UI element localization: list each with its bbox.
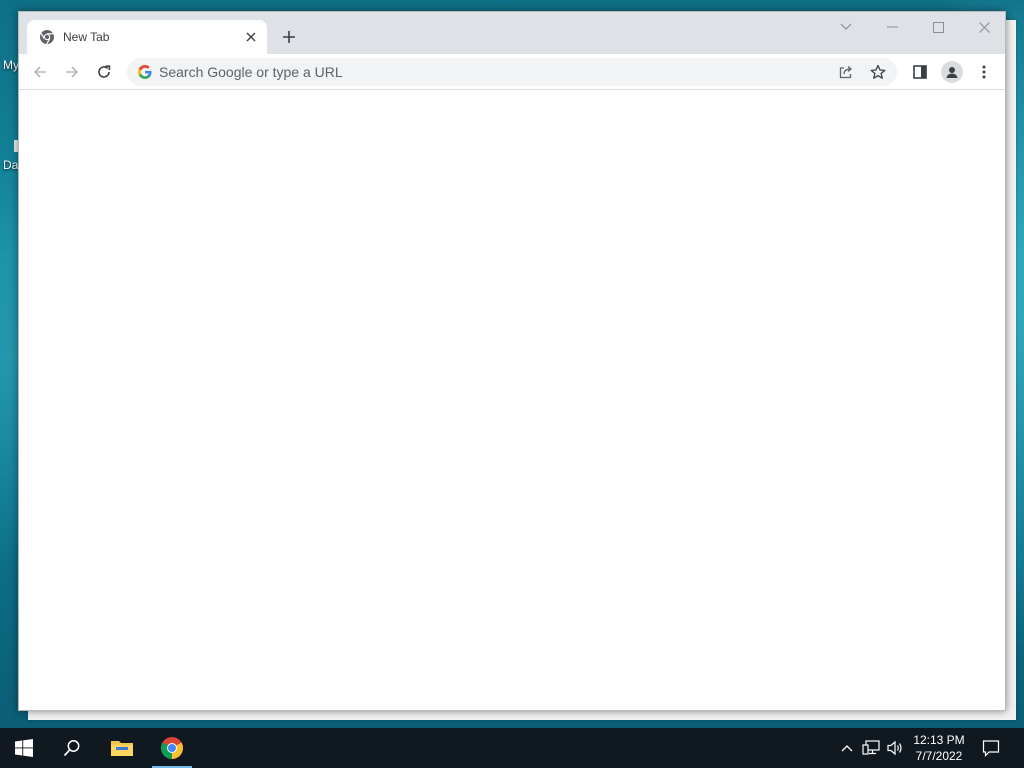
omnibox-input[interactable] bbox=[159, 64, 833, 80]
desktop-icon-label[interactable]: My bbox=[3, 58, 19, 72]
search-icon bbox=[63, 740, 80, 757]
minimize-button[interactable] bbox=[869, 12, 915, 42]
chrome-menu-button[interactable] bbox=[970, 58, 998, 86]
reload-button[interactable] bbox=[90, 58, 118, 86]
tab-search-button[interactable] bbox=[823, 12, 869, 42]
start-button[interactable] bbox=[4, 728, 44, 768]
notifications-button[interactable] bbox=[981, 738, 1001, 758]
kebab-menu-icon bbox=[982, 65, 986, 79]
tab-close-icon[interactable] bbox=[241, 27, 261, 47]
show-hidden-icons-button[interactable] bbox=[837, 738, 857, 758]
taskbar: 12:13 PM 7/7/2022 bbox=[0, 728, 1024, 768]
tab-new-tab[interactable]: New Tab bbox=[27, 20, 267, 54]
browser-window: New Tab bbox=[18, 11, 1006, 711]
profile-button[interactable] bbox=[938, 58, 966, 86]
plus-icon bbox=[283, 31, 295, 43]
chrome-icon bbox=[39, 29, 55, 45]
chevron-down-icon bbox=[840, 23, 852, 30]
share-icon[interactable] bbox=[833, 59, 859, 85]
back-arrow-icon bbox=[33, 66, 46, 78]
chrome-taskbar-button[interactable] bbox=[152, 728, 192, 768]
folder-icon bbox=[111, 741, 133, 756]
side-panel-button[interactable] bbox=[906, 58, 934, 86]
close-window-button[interactable] bbox=[961, 12, 1007, 42]
forward-arrow-icon bbox=[66, 66, 79, 78]
browser-toolbar bbox=[19, 54, 1005, 90]
forward-button[interactable] bbox=[58, 58, 86, 86]
network-icon[interactable] bbox=[861, 738, 881, 758]
maximize-button[interactable] bbox=[915, 12, 961, 42]
clock-date: 7/7/2022 bbox=[915, 749, 963, 763]
profile-avatar-icon bbox=[941, 61, 963, 83]
chevron-up-icon bbox=[841, 745, 853, 752]
maximize-icon bbox=[932, 21, 944, 33]
tab-title: New Tab bbox=[63, 30, 110, 44]
chrome-icon bbox=[161, 737, 183, 759]
page-content[interactable] bbox=[19, 91, 1005, 710]
tab-strip: New Tab bbox=[19, 12, 1005, 54]
star-icon[interactable] bbox=[865, 59, 891, 85]
desktop-icon-label[interactable]: Da bbox=[3, 158, 18, 172]
minimize-icon bbox=[886, 26, 898, 28]
google-g-icon bbox=[137, 64, 153, 80]
close-icon bbox=[978, 21, 990, 33]
reload-icon bbox=[98, 65, 111, 78]
volume-icon[interactable] bbox=[885, 738, 905, 758]
search-button[interactable] bbox=[52, 728, 92, 768]
windows-icon bbox=[15, 739, 33, 757]
system-clock[interactable]: 12:13 PM 7/7/2022 bbox=[904, 732, 974, 764]
clock-time: 12:13 PM bbox=[913, 733, 965, 747]
back-button[interactable] bbox=[26, 58, 54, 86]
new-tab-button[interactable] bbox=[277, 25, 301, 49]
file-explorer-button[interactable] bbox=[102, 728, 142, 768]
address-bar[interactable] bbox=[127, 58, 897, 86]
action-center-icon bbox=[982, 740, 1000, 757]
side-panel-icon bbox=[913, 65, 927, 79]
